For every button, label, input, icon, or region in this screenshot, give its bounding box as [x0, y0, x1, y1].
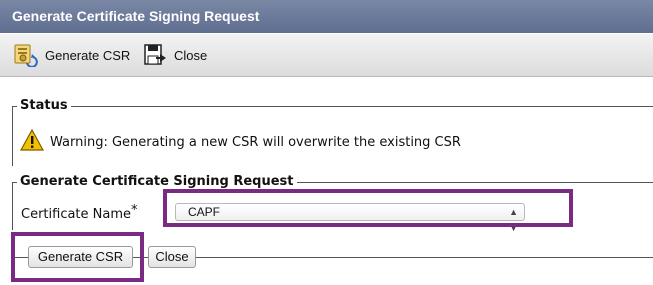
close-button[interactable]: Close	[148, 246, 196, 268]
toolbar-close-button[interactable]: Close	[142, 41, 207, 69]
window-title: Generate Certificate Signing Request	[0, 0, 653, 33]
status-group: Status Warning: Generating a new CSR wil…	[12, 98, 653, 166]
status-message-row: Warning: Generating a new CSR will overw…	[19, 128, 461, 155]
toolbar-close-label: Close	[174, 47, 208, 63]
toolbar: Generate CSR Close	[0, 34, 653, 77]
status-message: Warning: Generating a new CSR will overw…	[50, 134, 461, 150]
select-arrows-icon: ▲ ▼	[509, 207, 518, 233]
generate-csr-button[interactable]: Generate CSR	[28, 246, 133, 268]
certificate-name-select[interactable]: CAPF ▲ ▼	[175, 203, 525, 233]
toolbar-generate-csr-button[interactable]: Generate CSR	[13, 41, 130, 69]
close-icon	[142, 43, 168, 67]
required-marker: *	[131, 203, 138, 218]
certificate-name-value: CAPF	[188, 205, 221, 219]
certificate-name-label: Certificate Name	[21, 207, 132, 222]
status-legend: Status	[17, 98, 71, 114]
generate-csr-icon	[13, 43, 39, 67]
certificate-name-field-label: Certificate Name*	[21, 203, 138, 222]
warning-icon	[19, 128, 45, 155]
toolbar-generate-csr-label: Generate CSR	[45, 47, 131, 63]
csr-form-legend: Generate Certificate Signing Request	[17, 174, 297, 190]
